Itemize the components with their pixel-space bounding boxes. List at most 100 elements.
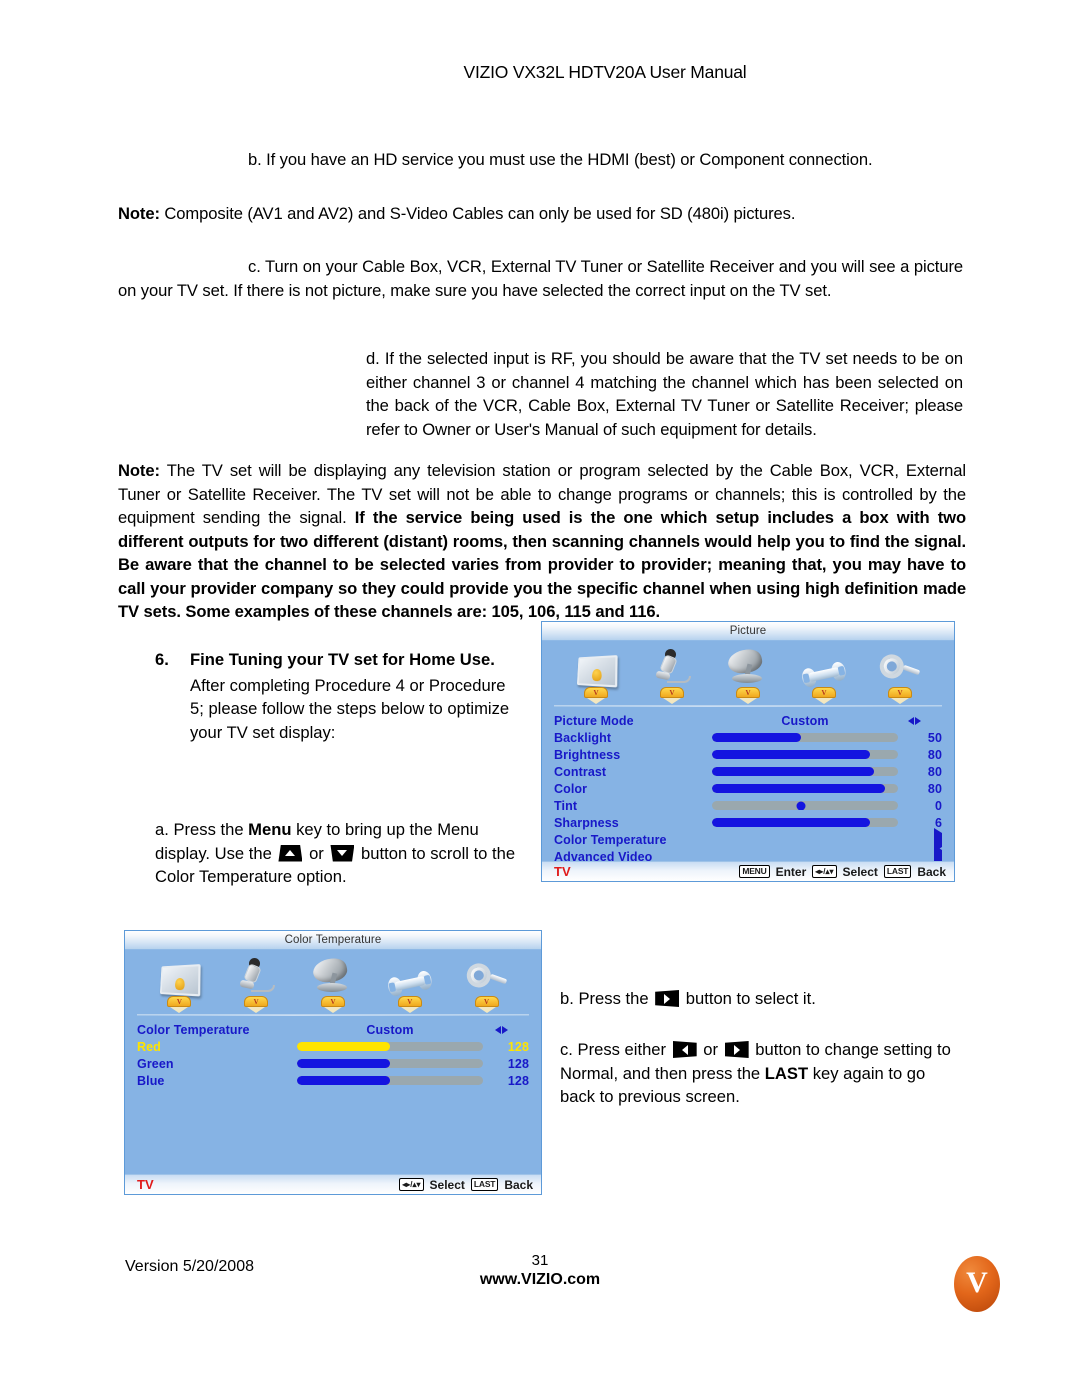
step-c-or: or xyxy=(698,1040,723,1059)
step-6-heading: 6. Fine Tuning your TV set for Home Use. xyxy=(155,648,515,672)
paragraph-d: d. If the selected input is RF, you shou… xyxy=(366,349,963,439)
lr-arrows-icon[interactable] xyxy=(908,716,942,725)
row-slider[interactable] xyxy=(702,733,908,742)
row-slider[interactable] xyxy=(285,1076,495,1085)
picture-icon xyxy=(561,646,631,688)
back-label: Back xyxy=(917,864,946,879)
row-value: 0 xyxy=(934,798,942,813)
row-value: 80 xyxy=(927,781,942,796)
row-slider[interactable] xyxy=(702,784,908,793)
vizio-tab-icon: V xyxy=(812,687,836,704)
osd-icon-bar: V V V V V xyxy=(542,641,954,704)
row-slider[interactable] xyxy=(702,801,908,810)
menu-row-picture-mode[interactable]: Picture Mode Custom xyxy=(554,712,942,729)
row-slider[interactable] xyxy=(702,750,908,759)
vizio-tab-icon: V xyxy=(397,996,422,1013)
step-b-part2: button to select it. xyxy=(681,989,816,1008)
osd-tab-parental[interactable]: V xyxy=(452,955,522,1013)
osd-tab-tuner[interactable]: V xyxy=(298,955,368,1013)
key-icon xyxy=(865,646,935,686)
wrench-icon xyxy=(789,646,859,689)
colortemp-osd-footer: TV ◂▸/▴▾ Select LAST Back xyxy=(125,1174,541,1194)
menu-row-sharpness[interactable]: Sharpness 6 xyxy=(554,814,942,831)
step-b-part1: b. Press the xyxy=(560,989,654,1008)
paragraph-c: c. Turn on your Cable Box, VCR, External… xyxy=(118,257,963,300)
row-value: 80 xyxy=(927,764,942,779)
step-6-text: After completing Procedure 4 or Procedur… xyxy=(190,675,510,742)
row-slider[interactable] xyxy=(702,818,908,827)
menu-row-contrast[interactable]: Contrast 80 xyxy=(554,763,942,780)
step-6-heading-text: Fine Tuning your TV set for Home Use. xyxy=(190,650,495,669)
row-label: Green xyxy=(137,1056,174,1071)
menu-row-red[interactable]: Red 128 xyxy=(137,1038,529,1055)
right-arrow-button-icon xyxy=(655,990,680,1007)
row-value: 50 xyxy=(927,730,942,745)
vizio-tab-icon: V xyxy=(474,996,499,1013)
row-value: Custom xyxy=(366,1022,414,1037)
row-slider[interactable] xyxy=(285,1042,495,1051)
menu-row-backlight[interactable]: Backlight 50 xyxy=(554,729,942,746)
menu-row-brightness[interactable]: Brightness 80 xyxy=(554,746,942,763)
step-6-number: 6. xyxy=(155,650,169,669)
last-key-badge[interactable]: LAST xyxy=(883,865,912,878)
osd-tab-tuner[interactable]: V xyxy=(713,646,783,704)
step-b-block: b. Press the button to select it. xyxy=(560,987,960,1011)
row-slider[interactable] xyxy=(702,767,908,776)
footer-url[interactable]: www.VIZIO.com xyxy=(0,1270,1080,1289)
left-arrow-button-icon xyxy=(672,1041,697,1058)
picture-osd-title: Picture xyxy=(542,622,954,641)
step-6-block: 6. Fine Tuning your TV set for Home Use.… xyxy=(155,648,515,744)
row-value: 128 xyxy=(507,1073,529,1088)
row-slider[interactable] xyxy=(285,1059,495,1068)
note-1-text: Composite (AV1 and AV2) and S-Video Cabl… xyxy=(164,204,796,223)
osd-tab-picture[interactable]: V xyxy=(144,955,214,1013)
last-key-badge[interactable]: LAST xyxy=(470,1178,499,1191)
osd-tab-parental[interactable]: V xyxy=(865,646,935,704)
key-icon xyxy=(452,955,522,995)
menu-row-green[interactable]: Green 128 xyxy=(137,1055,529,1072)
row-value: 128 xyxy=(507,1056,529,1071)
menu-row-color[interactable]: Color 80 xyxy=(554,780,942,797)
note-1: Note: Composite (AV1 and AV2) and S-Vide… xyxy=(118,202,963,226)
row-label: Contrast xyxy=(554,764,607,779)
up-arrow-button-icon xyxy=(278,844,303,862)
row-label: Blue xyxy=(137,1073,165,1088)
menu-row-color-temperature[interactable]: Color Temperature Custom xyxy=(137,1021,529,1038)
colortemp-menu-rows: Color Temperature Custom Red 128 Green 1… xyxy=(125,1016,541,1089)
row-label: Backlight xyxy=(554,730,612,745)
row-label: Tint xyxy=(554,798,578,813)
lr-arrows-icon[interactable] xyxy=(495,1025,529,1034)
source-badge: TV xyxy=(137,1177,154,1192)
nav-cluster-icon[interactable]: ◂▸/▴▾ xyxy=(812,865,837,878)
step-a-part1: a. Press the xyxy=(155,820,249,839)
step-c-part1: c. Press either xyxy=(560,1040,671,1059)
note-1-label: Note: xyxy=(118,204,160,223)
picture-osd-menu[interactable]: Picture V V V V V Picture Mode Custom Ba… xyxy=(541,621,955,882)
step-a-block: a. Press the Menu key to bring up the Me… xyxy=(155,818,530,889)
source-badge: TV xyxy=(554,864,571,879)
select-label: Select xyxy=(842,864,878,879)
picture-icon xyxy=(144,955,214,997)
menu-key-badge[interactable]: MENU xyxy=(739,865,770,878)
osd-tab-setup[interactable]: V xyxy=(789,646,859,704)
menu-row-blue[interactable]: Blue 128 xyxy=(137,1072,529,1089)
menu-row-color-temperature[interactable]: Color Temperature xyxy=(554,827,942,852)
satellite-dish-icon xyxy=(713,646,783,686)
picture-menu-rows: Picture Mode Custom Backlight 50 Brightn… xyxy=(542,707,954,869)
osd-tab-setup[interactable]: V xyxy=(375,955,445,1013)
vizio-tab-icon: V xyxy=(320,996,345,1013)
menu-row-tint[interactable]: Tint 0 xyxy=(554,797,942,814)
osd-tab-picture[interactable]: V xyxy=(561,646,631,704)
row-label: Color xyxy=(554,781,588,796)
vizio-tab-icon: V xyxy=(736,687,760,704)
osd-tab-audio[interactable]: V xyxy=(637,646,707,704)
osd-tab-audio[interactable]: V xyxy=(221,955,291,1013)
enter-label: Enter xyxy=(775,864,807,879)
color-temperature-osd-menu[interactable]: Color Temperature V V V V V Color Temper… xyxy=(124,930,542,1195)
right-arrow-button-icon-2 xyxy=(724,1041,749,1058)
nav-cluster-icon[interactable]: ◂▸/▴▾ xyxy=(399,1178,424,1191)
row-value: 80 xyxy=(927,747,942,762)
row-label: Color Temperature xyxy=(554,832,667,847)
satellite-dish-icon xyxy=(298,955,368,995)
footer-center: 31 www.VIZIO.com xyxy=(0,1251,1080,1289)
